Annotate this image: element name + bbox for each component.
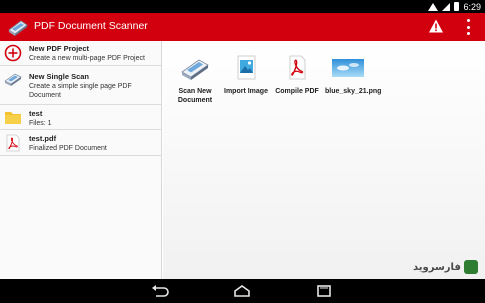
scanner-icon — [4, 73, 22, 86]
list-item-title: New PDF Project — [29, 44, 90, 53]
wifi-icon — [428, 2, 439, 11]
folder-icon — [5, 112, 21, 124]
home-icon[interactable] — [232, 284, 252, 298]
app-logo-icon — [8, 20, 28, 36]
list-item-title: New Single Scan — [29, 72, 90, 81]
compile-pdf-button[interactable]: Compile PDF — [273, 53, 321, 96]
dot-icon — [466, 19, 470, 22]
list-item-title: test.pdf — [29, 134, 57, 143]
warning-icon[interactable] — [428, 18, 444, 34]
pdf-icon — [289, 55, 306, 80]
action-label: Import Image — [224, 88, 268, 95]
recent-apps-icon[interactable] — [314, 284, 334, 298]
dot-icon — [466, 25, 470, 29]
add-circle-icon — [4, 44, 22, 62]
list-item-title: test — [29, 109, 43, 118]
list-item-test-pdf[interactable]: test.pdf Finalized PDF Document — [0, 130, 161, 156]
status-icons: 6:29 — [428, 0, 481, 13]
actions-grid: Scan New Document Import Image Compile P… — [163, 41, 485, 279]
list-item-subtitle: Files: 1 — [29, 120, 52, 127]
navigation-bar — [0, 279, 485, 303]
action-label: blue_sky_21.png — [325, 88, 382, 95]
android-logo-icon — [463, 260, 478, 274]
list-item-folder-test[interactable]: test Files: 1 — [0, 105, 161, 130]
status-time: 6:29 — [463, 1, 481, 12]
list-item-subtitle: Finalized PDF Document — [29, 145, 107, 152]
app-bar: PDF Document Scanner — [0, 13, 485, 41]
list-item-subtitle: Create a new multi-page PDF Project — [29, 55, 145, 62]
watermark-text: فارسروید — [413, 261, 461, 273]
status-bar: 6:29 — [0, 0, 485, 13]
battery-icon — [454, 2, 460, 11]
dot-icon — [466, 32, 470, 35]
watermark: فارسروید — [413, 259, 478, 275]
action-label: Compile PDF — [275, 88, 319, 95]
back-icon[interactable] — [150, 284, 170, 298]
project-list: New PDF Project Create a new multi-page … — [0, 41, 162, 279]
list-item-new-single-scan[interactable]: New Single Scan Create a simple single p… — [0, 66, 161, 105]
pdf-file-icon — [6, 134, 20, 152]
import-image-button[interactable]: Import Image — [221, 53, 271, 96]
list-item-new-pdf-project[interactable]: New PDF Project Create a new multi-page … — [0, 41, 161, 66]
action-label: Scan New Document — [177, 88, 213, 104]
app-title: PDF Document Scanner — [34, 20, 148, 32]
list-item-subtitle: Create a simple single page PDF Document — [29, 83, 132, 99]
signal-icon — [442, 2, 451, 11]
scanner-icon — [181, 59, 209, 80]
main-content: New PDF Project Create a new multi-page … — [0, 41, 485, 279]
image-icon — [237, 55, 256, 80]
scan-new-document-button[interactable]: Scan New Document — [172, 53, 218, 105]
image-thumbnail — [332, 59, 364, 77]
overflow-menu-button[interactable] — [464, 19, 472, 35]
image-file-blue-sky[interactable]: blue_sky_21.png — [325, 53, 382, 96]
